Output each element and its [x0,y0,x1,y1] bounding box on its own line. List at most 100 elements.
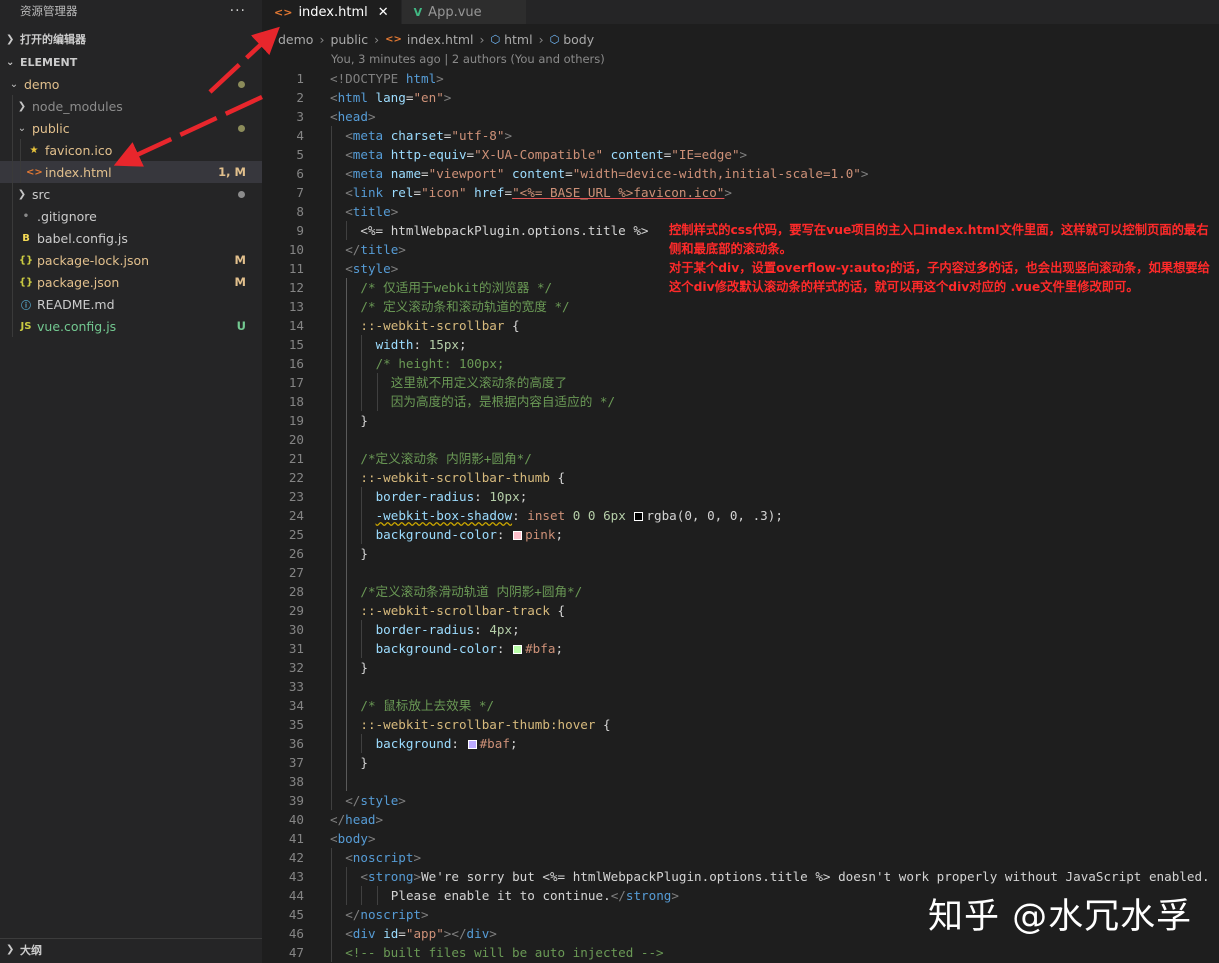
annotation-line: 对于某个div，设置overflow-y:auto;的话，子内容过多的话，也会出… [669,261,1210,294]
code-token: ::-webkit-scrollbar [360,318,505,333]
code-token: <!-- built files will be auto injected -… [345,945,664,960]
tree-item[interactable]: Bbabel.config.js [0,227,262,249]
tree-item[interactable]: <> index.html 1, M [0,161,262,183]
tree-item[interactable]: ❯ src [0,183,262,205]
tree-item-label: demo [24,76,60,92]
code-token: "<%= BASE_URL %>favicon.ico" [512,185,725,200]
code-token: link [352,185,384,200]
code-token: : [496,527,513,542]
chevron-right-icon: › [479,31,485,47]
more-actions-icon[interactable]: ··· [230,3,246,19]
line-number: 3 [296,109,304,124]
line-number: 17 [288,375,304,390]
code-token: : [474,622,490,637]
codelens-blame[interactable]: You, 3 minutes ago | 2 authors (You and … [331,52,605,66]
tree-item-label: node_modules [32,98,123,114]
code-token: : [496,641,513,656]
line-number: 47 [288,945,304,960]
code-token: "viewport" [428,166,505,181]
code-token: href [466,185,505,200]
code-token: </ [345,907,361,922]
code-line: 17 这里就不用定义滚动条的高度了 [262,373,1219,392]
tree-item[interactable]: ⌄ demo [0,73,262,95]
code-token: /* 仅适用于webkit的浏览器 */ [360,280,553,295]
open-editors-label: 打开的编辑器 [20,33,86,46]
code-line: 2 <html lang="en"> [262,88,1219,107]
line-number: 27 [288,565,304,580]
tree-item[interactable]: ⓘ README.md [0,293,262,315]
code-token: rel [383,185,414,200]
code-token: > [421,907,429,922]
code-token: ::-webkit-scrollbar-thumb:hover [360,717,596,732]
color-swatch[interactable] [634,512,644,521]
code-token: = [504,185,513,200]
code-token: < [330,109,338,124]
code-token: head [345,812,376,827]
code-token: background [375,736,452,751]
code-token: ; [555,641,564,656]
breadcrumb-item[interactable]: index.html [407,32,474,47]
code-token: < [345,166,353,181]
code-token: meta [352,128,384,143]
line-number: 16 [288,356,304,371]
tree-item[interactable]: • .gitignore [0,205,262,227]
line-number: 37 [288,755,304,770]
line-number: 21 [288,451,304,466]
breadcrumb-item[interactable]: demo [278,32,313,47]
json-file-icon: {} [18,254,34,266]
tree-item[interactable]: {} package-lock.json M [0,249,262,271]
code-token: } [360,755,368,770]
html-file-icon: <> [26,166,43,178]
code-token: "app" [405,926,444,941]
code-token: border-radius [375,489,475,504]
tab-app-vue[interactable]: V App.vue [401,0,526,24]
tree-item-label: src [32,186,51,202]
tree-item[interactable]: ★ favicon.ico [0,139,262,161]
code-token: : [451,736,467,751]
code-line: 16 /* height: 100px; [262,354,1219,373]
line-number: 15 [288,337,304,352]
code-token: = [421,166,429,181]
html-file-icon: <> [385,33,402,45]
code-token: meta [352,166,384,181]
code-editor[interactable]: 1 <!DOCTYPE html> 2 <html lang="en"> 3 <head>… [262,69,1219,963]
line-number: 13 [288,299,304,314]
git-status-badge: 1, M [218,165,246,179]
outline-section[interactable]: ❯ 大纲 [0,938,262,960]
tab-index-html[interactable]: <> index.html ✕ [262,0,402,24]
code-line: 14::-webkit-scrollbar { [262,316,1219,335]
tree-item[interactable]: JS vue.config.js U [0,315,262,337]
line-number: 25 [288,527,304,542]
code-token: id [375,926,399,941]
code-line: 34 /* 鼠标放上去效果 */ [262,696,1219,715]
tree-item[interactable]: {} package.json M [0,271,262,293]
tree-item-label: vue.config.js [37,318,117,334]
code-token: /*定义滚动条滑动轨道 内阴影+圆角*/ [360,584,583,599]
code-token: "icon" [421,185,467,200]
tree-item[interactable]: ❯ node_modules [0,95,262,117]
breadcrumb-item[interactable]: public [330,32,368,47]
breadcrumb-item[interactable]: body [563,32,594,47]
open-editors-section[interactable]: ❯ 打开的编辑器 [0,28,262,50]
code-token: /*定义滚动条 内阴影+圆角*/ [360,451,532,466]
code-token: </ [345,242,361,257]
color-swatch[interactable] [513,531,523,540]
color-swatch[interactable] [513,645,523,654]
code-line: 22::-webkit-scrollbar-thumb { [262,468,1219,487]
code-token: 因为高度的话，是根据内容自适应的 */ [390,394,616,409]
chevron-right-icon: ❯ [17,100,27,112]
code-token: charset [383,128,444,143]
code-token: title [360,242,399,257]
line-number: 33 [288,679,304,694]
workspace-section[interactable]: ⌄ ELEMENT [0,51,262,73]
color-swatch[interactable] [467,740,477,749]
close-icon[interactable]: ✕ [378,5,389,20]
code-token: < [345,185,353,200]
tree-item-label: public [32,120,70,136]
line-number: 14 [288,318,304,333]
breadcrumb-item[interactable]: html [504,32,532,47]
tree-item[interactable]: ⌄ public [0,117,262,139]
code-token: <%= htmlWebpackPlugin.options.title %> [360,223,649,238]
code-token: } [360,546,368,561]
code-token: > [443,90,452,105]
